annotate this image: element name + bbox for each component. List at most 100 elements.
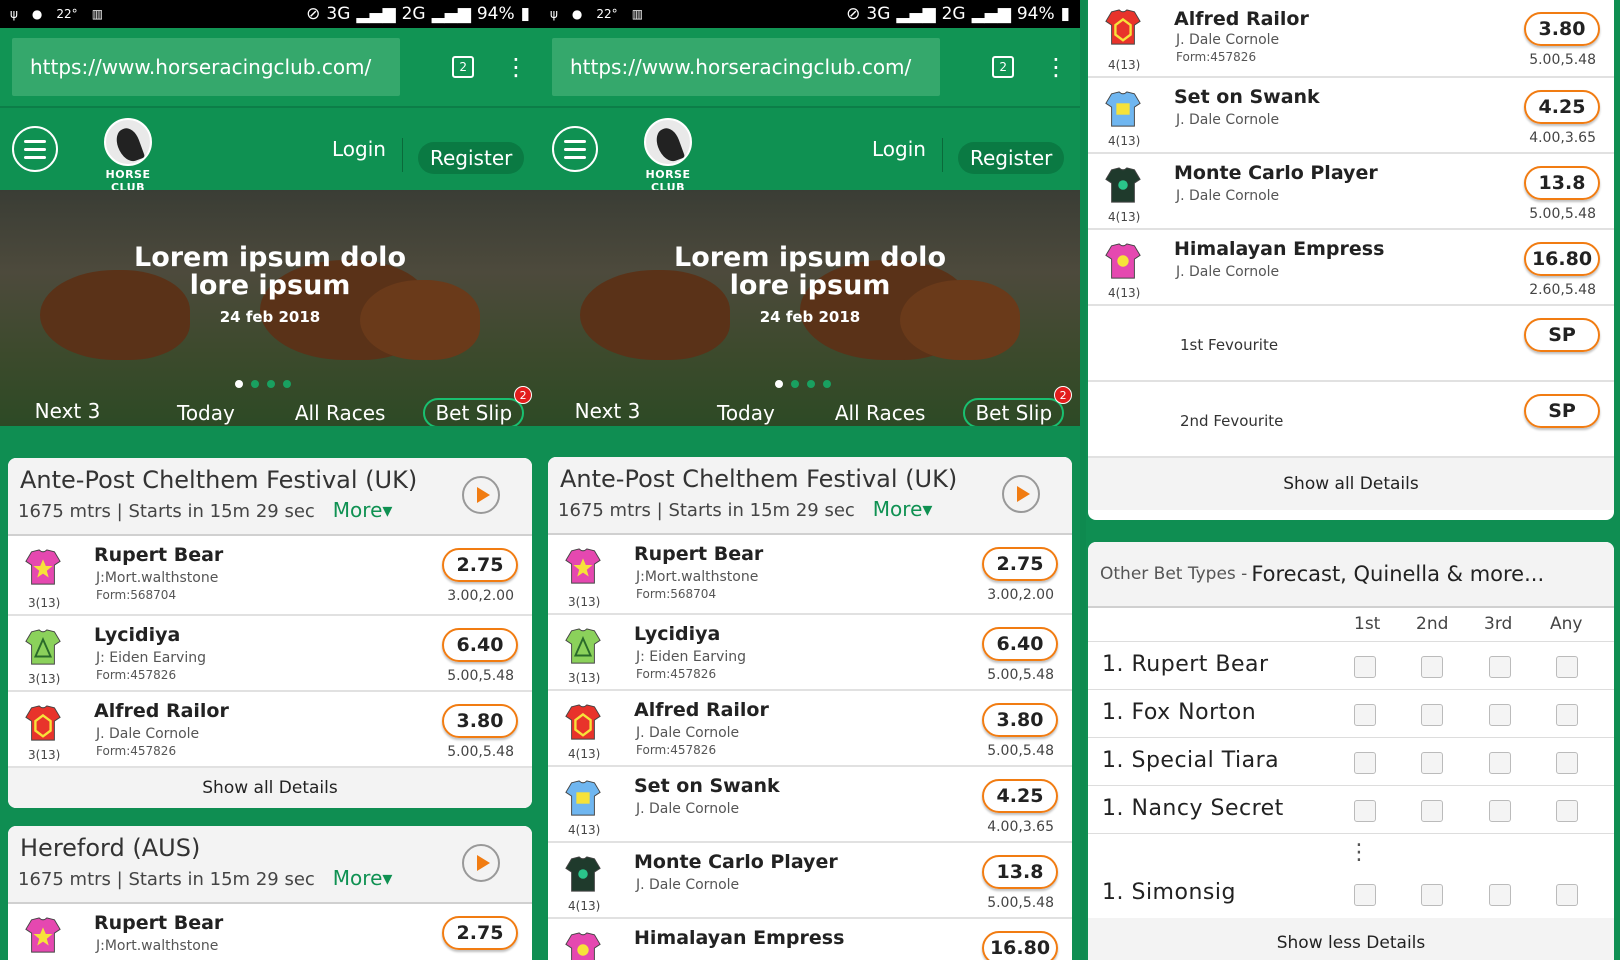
- odds-button[interactable]: 4.25: [982, 779, 1058, 813]
- tab-today[interactable]: Today: [717, 395, 775, 426]
- checkbox-3rd[interactable]: [1489, 704, 1511, 726]
- register-button[interactable]: Register: [418, 142, 525, 174]
- login-link[interactable]: Login: [872, 137, 926, 161]
- checkbox-1st[interactable]: [1354, 800, 1376, 822]
- checkbox-1st[interactable]: [1354, 704, 1376, 726]
- tab-all-races[interactable]: All Races: [295, 395, 386, 426]
- checkbox-1st[interactable]: [1354, 752, 1376, 774]
- more-link[interactable]: More▾: [333, 866, 393, 890]
- show-all-details-button[interactable]: Show all Details: [8, 768, 532, 808]
- odds-button[interactable]: 16.80: [1524, 242, 1600, 276]
- temp: 22°: [56, 7, 78, 21]
- odds-button[interactable]: 4.25: [1524, 90, 1600, 124]
- hero-banner[interactable]: Lorem ipsum dolo lore ipsum 24 feb 2018 …: [540, 190, 1080, 426]
- odds-button[interactable]: 2.75: [982, 547, 1058, 581]
- checkbox-2nd[interactable]: [1421, 752, 1443, 774]
- sp-odds-button[interactable]: SP: [1524, 394, 1600, 428]
- runner-row[interactable]: 4(13) Himalayan Empress J. Dale Cornole …: [1088, 230, 1614, 306]
- favourite-row[interactable]: 2nd Fevourite SP: [1088, 382, 1614, 458]
- runner-row[interactable]: 3(13) Rupert Bear J:Mort.walthstone Form…: [548, 535, 1072, 615]
- checkbox-3rd[interactable]: [1489, 800, 1511, 822]
- runner-row[interactable]: 4(13) Set on Swank J. Dale Cornole 4.25 …: [1088, 78, 1614, 154]
- carousel-dots[interactable]: [0, 380, 540, 388]
- tab-next-3[interactable]: Next 3: [0, 395, 135, 426]
- runner-row[interactable]: 3(13) Rupert Bear J:Mort.walthstone Form…: [8, 536, 532, 616]
- hamburger-menu-icon[interactable]: [552, 126, 598, 172]
- checkbox-3rd[interactable]: [1489, 656, 1511, 678]
- odds-button[interactable]: 6.40: [442, 628, 518, 662]
- tab-today[interactable]: Today: [177, 395, 235, 426]
- runner-row[interactable]: 4(13) Set on Swank J. Dale Cornole 4.25 …: [548, 767, 1072, 843]
- jockey-silk-icon: [1105, 167, 1141, 203]
- play-icon[interactable]: [462, 844, 500, 882]
- checkbox-2nd[interactable]: [1421, 800, 1443, 822]
- register-button[interactable]: Register: [958, 142, 1065, 174]
- hero-banner[interactable]: Lorem ipsum dolo lore ipsum 24 feb 2018 …: [0, 190, 540, 426]
- checkbox-any[interactable]: [1556, 800, 1578, 822]
- checkbox-any[interactable]: [1556, 704, 1578, 726]
- runner-row[interactable]: 3(13) Alfred Railor J. Dale Cornole Form…: [8, 692, 532, 768]
- race-header[interactable]: Ante-Post Chelthem Festival (UK) 1675 mt…: [548, 457, 1072, 535]
- place-odds: 4.00,3.65: [987, 819, 1054, 835]
- play-icon[interactable]: [462, 476, 500, 514]
- checkbox-2nd[interactable]: [1421, 884, 1443, 906]
- site-logo[interactable]: HORSE CLUB: [88, 118, 168, 194]
- more-link[interactable]: More▾: [333, 498, 393, 522]
- odds-button[interactable]: 3.80: [982, 703, 1058, 737]
- tab-switcher-button[interactable]: 2: [992, 56, 1014, 78]
- other-bet-types-header[interactable]: Other Bet Types - Forecast, Quinella & m…: [1088, 542, 1614, 608]
- checkbox-3rd[interactable]: [1489, 752, 1511, 774]
- checkbox-3rd[interactable]: [1489, 884, 1511, 906]
- checkbox-1st[interactable]: [1354, 884, 1376, 906]
- tab-next-3[interactable]: Next 3: [540, 395, 675, 426]
- runner-row[interactable]: 4(13) Alfred Railor J. Dale Cornole Form…: [1088, 0, 1614, 78]
- login-link[interactable]: Login: [332, 137, 386, 161]
- race-header[interactable]: Hereford (AUS) 1675 mtrs | Starts in 15m…: [8, 826, 532, 904]
- race-header[interactable]: Ante-Post Chelthem Festival (UK) 1675 mt…: [8, 458, 532, 536]
- signal-icon: ▂▄▆: [971, 4, 1011, 24]
- runner-row[interactable]: Himalayan Empress 16.80: [548, 919, 1072, 960]
- sp-odds-button[interactable]: SP: [1524, 318, 1600, 352]
- runner-row[interactable]: 4(13) Monte Carlo Player J. Dale Cornole…: [1088, 154, 1614, 230]
- jockey-silk-icon: [25, 917, 61, 953]
- tab-all-races[interactable]: All Races: [835, 395, 926, 426]
- tab-bet-slip[interactable]: Bet Slip 2: [963, 386, 1073, 426]
- menu-kebab-icon[interactable]: ⋮: [1044, 55, 1068, 79]
- signal-3g: 3G: [866, 4, 891, 24]
- runner-row[interactable]: 4(13) Alfred Railor J. Dale Cornole Form…: [548, 691, 1072, 767]
- jockey-name: J. Dale Cornole: [1176, 32, 1280, 48]
- runner-row[interactable]: 3(13) Lycidiya J: Eiden Earving Form:457…: [8, 616, 532, 692]
- checkbox-2nd[interactable]: [1421, 656, 1443, 678]
- url-field[interactable]: https://www.horseracingclub.com/: [12, 38, 401, 96]
- runner-row[interactable]: 3(13) Lycidiya J: Eiden Earving Form:457…: [548, 615, 1072, 691]
- odds-button[interactable]: 16.80: [982, 931, 1058, 960]
- odds-button[interactable]: 13.8: [1524, 166, 1600, 200]
- odds-button[interactable]: 2.75: [442, 916, 518, 950]
- favourite-row[interactable]: 1st Fevourite SP: [1088, 306, 1614, 382]
- show-less-details-button[interactable]: Show less Details: [1088, 918, 1614, 960]
- odds-button[interactable]: 2.75: [442, 548, 518, 582]
- runner-row[interactable]: Rupert Bear J:Mort.walthstone 2.75: [8, 904, 532, 960]
- checkbox-2nd[interactable]: [1421, 704, 1443, 726]
- show-all-details-button[interactable]: Show all Details: [1088, 458, 1614, 510]
- hamburger-menu-icon[interactable]: [12, 126, 58, 172]
- tab-switcher-button[interactable]: 2: [452, 56, 474, 78]
- tab-bet-slip[interactable]: Bet Slip 2: [423, 386, 533, 426]
- odds-button[interactable]: 3.80: [442, 704, 518, 738]
- other-bet-label: Other Bet Types -: [1100, 564, 1248, 584]
- menu-kebab-icon[interactable]: ⋮: [504, 55, 528, 79]
- checkbox-1st[interactable]: [1354, 656, 1376, 678]
- url-field[interactable]: https://www.horseracingclub.com/: [552, 38, 941, 96]
- checkbox-any[interactable]: [1556, 752, 1578, 774]
- more-link[interactable]: More▾: [873, 497, 933, 521]
- signal-2g: 2G: [941, 4, 966, 24]
- checkbox-any[interactable]: [1556, 656, 1578, 678]
- checkbox-any[interactable]: [1556, 884, 1578, 906]
- odds-button[interactable]: 13.8: [982, 855, 1058, 889]
- site-logo[interactable]: HORSE CLUB: [628, 118, 708, 194]
- carousel-dots[interactable]: [540, 380, 1080, 388]
- odds-button[interactable]: 6.40: [982, 627, 1058, 661]
- play-icon[interactable]: [1002, 475, 1040, 513]
- odds-button[interactable]: 3.80: [1524, 12, 1600, 46]
- runner-row[interactable]: 4(13) Monte Carlo Player J. Dale Cornole…: [548, 843, 1072, 919]
